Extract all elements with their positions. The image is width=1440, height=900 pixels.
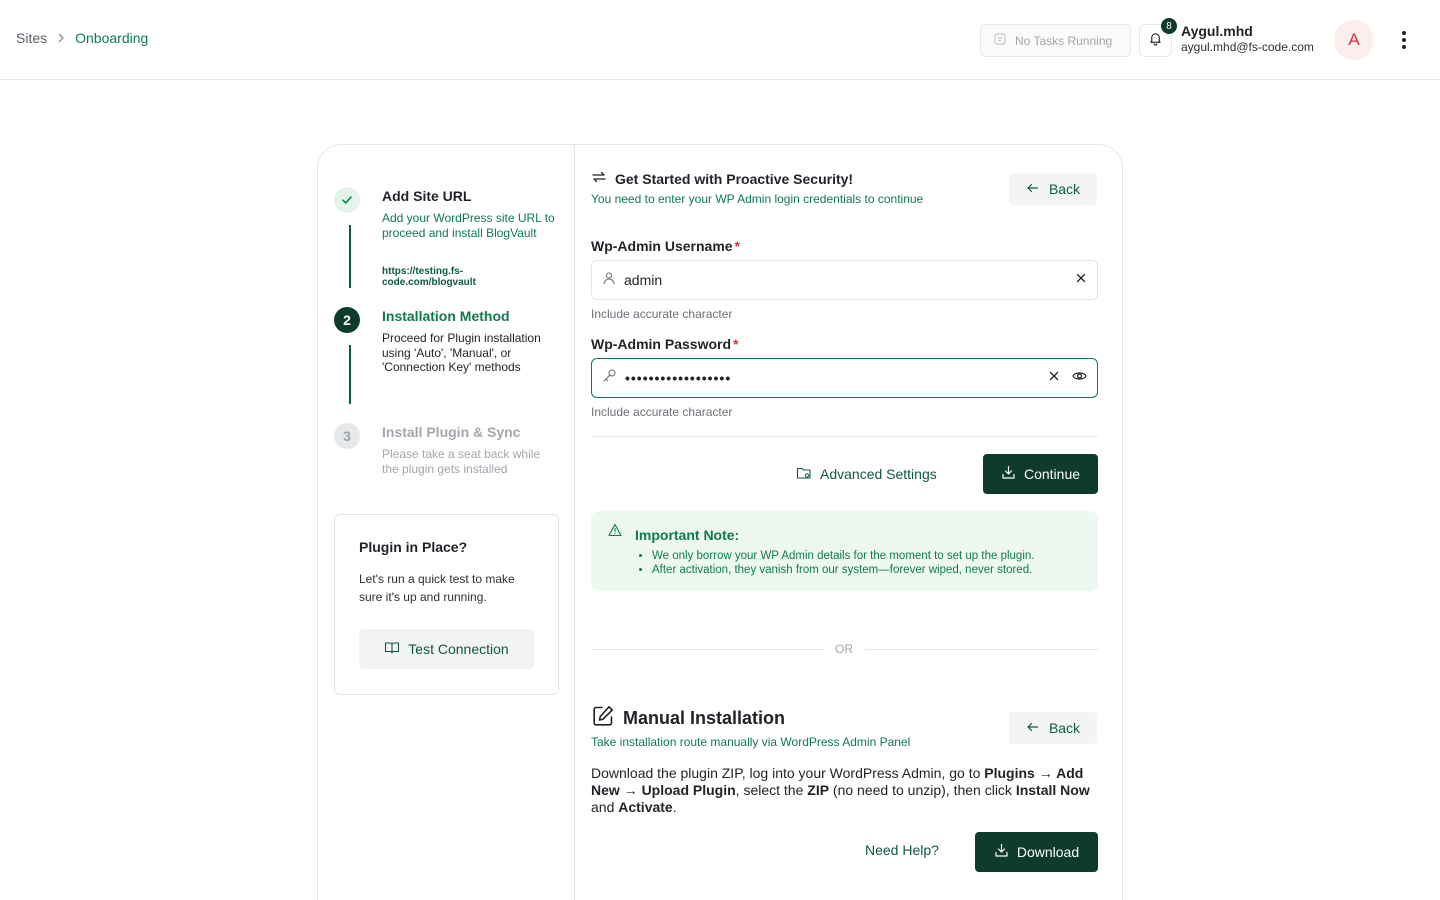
plugin-check-description: Let's run a quick test to make sure it's… xyxy=(359,572,515,604)
step-title: Installation Method xyxy=(382,308,510,324)
note-item: We only borrow your WP Admin details for… xyxy=(652,549,1034,563)
warning-icon xyxy=(608,523,622,542)
continue-label: Continue xyxy=(1023,466,1081,482)
password-label: Wp-Admin Password * xyxy=(591,336,738,352)
tasks-status-button[interactable]: No Tasks Running xyxy=(980,24,1131,57)
auto-install-subtitle: You need to enter your WP Admin login cr… xyxy=(591,192,924,206)
manual-install-heading: Manual Installation xyxy=(591,704,785,733)
clear-icon[interactable] xyxy=(1048,369,1060,387)
note-item: After activation, they vanish from our s… xyxy=(652,563,1034,577)
separator-line xyxy=(865,649,1098,650)
auto-install-heading: Get Started with Proactive Security! xyxy=(591,169,853,188)
onboarding-card: Add Site URL Add your WordPress site URL… xyxy=(317,144,1123,900)
avatar[interactable]: A xyxy=(1334,20,1374,60)
required-mark: * xyxy=(734,238,741,254)
download-label: Download xyxy=(1016,844,1080,860)
back-label: Back xyxy=(1048,181,1081,197)
instruction-emphasis: Activate xyxy=(618,799,673,815)
password-value: •••••••••••••••••• xyxy=(625,370,732,386)
instruction-text: and xyxy=(591,799,619,815)
instruction-text: (no need to unzip), then click xyxy=(829,782,1016,798)
password-hint: Include accurate character xyxy=(591,405,733,419)
step-description: Please take a seat back while the plugin… xyxy=(382,447,541,476)
step-number: 2 xyxy=(334,307,360,333)
arrow-left-icon xyxy=(1026,181,1039,197)
password-field[interactable]: •••••••••••••••••• xyxy=(591,358,1098,398)
or-label: OR xyxy=(835,642,853,656)
user-name: Aygul.mhd xyxy=(1181,23,1253,39)
eye-icon[interactable] xyxy=(1072,369,1087,387)
instruction-emphasis: Install Now xyxy=(1015,782,1090,798)
step-title: Install Plugin & Sync xyxy=(382,424,521,440)
note-list: We only borrow your WP Admin details for… xyxy=(652,549,1034,577)
plugin-check-box: Plugin in Place? Let's run a quick test … xyxy=(334,514,559,695)
breadcrumb-sites-link[interactable]: Sites xyxy=(16,30,47,46)
continue-button[interactable]: Continue xyxy=(983,454,1098,494)
or-separator: OR xyxy=(591,642,1098,656)
check-icon xyxy=(334,187,360,213)
chevron-right-icon xyxy=(55,32,67,44)
tasks-icon xyxy=(993,32,1007,49)
bell-icon xyxy=(1148,31,1163,51)
need-help-link[interactable]: Need Help? xyxy=(865,842,939,858)
key-icon xyxy=(602,368,617,388)
auto-install-title: Get Started with Proactive Security! xyxy=(615,170,854,187)
user-icon xyxy=(602,271,616,290)
password-label-text: Wp-Admin Password xyxy=(591,336,732,352)
download-button[interactable]: Download xyxy=(975,832,1098,872)
tasks-status-text: No Tasks Running xyxy=(1015,33,1113,48)
step-title: Add Site URL xyxy=(382,188,472,204)
book-icon xyxy=(384,641,400,658)
important-note: Important Note: We only borrow your WP A… xyxy=(591,511,1098,591)
test-connection-label: Test Connection xyxy=(408,641,509,657)
step-connector xyxy=(349,345,351,404)
edit-icon xyxy=(591,704,615,733)
step-description: Proceed for Plugin installation using 'A… xyxy=(382,331,541,374)
step-description: Add your WordPress site URL to proceed a… xyxy=(382,211,555,240)
step-connector xyxy=(349,225,351,288)
clear-icon[interactable] xyxy=(1075,271,1087,289)
installation-panel: Get Started with Proactive Security! You… xyxy=(591,145,1099,900)
manual-back-button[interactable]: Back xyxy=(1009,712,1097,744)
username-field[interactable]: admin xyxy=(591,260,1098,300)
user-info: Aygul.mhd aygul.mhd@fs-code.com xyxy=(1181,23,1314,55)
manual-install-title: Manual Installation xyxy=(623,708,786,728)
user-email: aygul.mhd@fs-code.com xyxy=(1181,40,1314,54)
folder-settings-icon xyxy=(796,466,812,483)
instruction-text: , select the xyxy=(735,782,808,798)
required-mark: * xyxy=(733,336,739,352)
username-value: admin xyxy=(624,272,663,288)
note-title: Important Note: xyxy=(635,527,740,543)
site-url: https://testing.fs-code.com/blogvault xyxy=(382,266,476,288)
arrow-left-icon xyxy=(1026,720,1039,736)
more-options-icon[interactable] xyxy=(1394,28,1414,52)
top-bar: Sites Onboarding No Tasks Running 8 Aygu… xyxy=(0,0,1440,80)
username-label: Wp-Admin Username * xyxy=(591,238,740,254)
advanced-settings-button[interactable]: Advanced Settings xyxy=(796,454,937,494)
breadcrumb: Sites Onboarding xyxy=(16,30,148,46)
instruction-text: . xyxy=(672,799,677,815)
advanced-settings-label: Advanced Settings xyxy=(820,466,937,482)
manual-install-instructions: Download the plugin ZIP, log into your W… xyxy=(591,765,1098,816)
notifications-button[interactable]: 8 xyxy=(1139,18,1177,57)
download-icon xyxy=(994,843,1009,861)
username-label-text: Wp-Admin Username xyxy=(591,238,733,254)
instruction-emphasis: ZIP xyxy=(807,782,830,798)
stepper-panel: Add Site URL Add your WordPress site URL… xyxy=(318,145,575,900)
username-hint: Include accurate character xyxy=(591,307,733,321)
manual-install-subtitle: Take installation route manually via Wor… xyxy=(591,735,911,749)
install-icon xyxy=(1001,465,1016,483)
back-label: Back xyxy=(1048,720,1081,736)
sync-arrows-icon xyxy=(591,169,607,188)
form-divider xyxy=(591,436,1098,437)
plugin-check-title: Plugin in Place? xyxy=(359,539,468,555)
step-number: 3 xyxy=(334,423,360,449)
back-button[interactable]: Back xyxy=(1009,173,1097,205)
notification-count-badge: 8 xyxy=(1161,18,1177,34)
separator-line xyxy=(591,649,825,650)
test-connection-button[interactable]: Test Connection xyxy=(359,629,534,669)
breadcrumb-current: Onboarding xyxy=(75,30,149,46)
instruction-text: Download the plugin ZIP, log into your W… xyxy=(591,765,985,781)
